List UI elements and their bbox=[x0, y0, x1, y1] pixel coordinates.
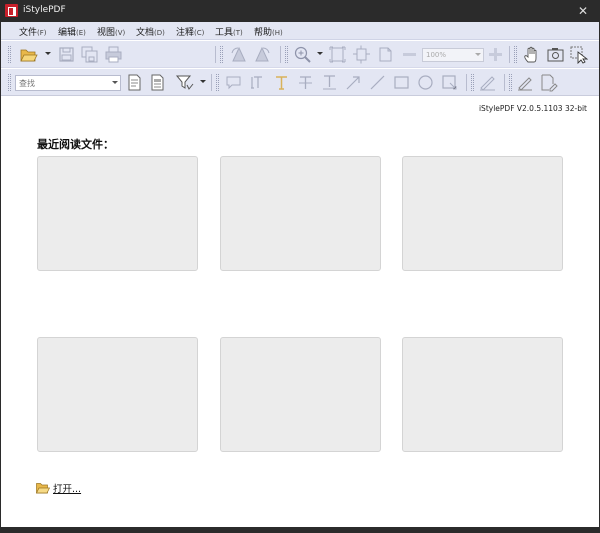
toolbar-separator bbox=[504, 74, 505, 91]
filter-dropdown-arrow-icon[interactable] bbox=[200, 80, 206, 83]
document-summary-icon[interactable] bbox=[148, 73, 167, 92]
search-input[interactable] bbox=[16, 76, 108, 90]
menu-edit[interactable]: 编辑(E) bbox=[58, 25, 86, 38]
arrow-icon[interactable] bbox=[344, 73, 363, 92]
rectangle-icon[interactable] bbox=[392, 73, 411, 92]
search-field[interactable] bbox=[15, 75, 121, 91]
actual-size-icon[interactable] bbox=[376, 45, 395, 64]
menu-view[interactable]: 视图(V) bbox=[97, 25, 125, 38]
window-title: iStylePDF bbox=[23, 5, 66, 15]
comment-icon[interactable] bbox=[224, 73, 243, 92]
zoom-dropdown-arrow-icon[interactable] bbox=[317, 52, 323, 55]
stamp-icon[interactable] bbox=[440, 73, 459, 92]
app-window: iStylePDF ✕ 文件(F) 编辑(E) 视图(V) 文档(D) 注释(C… bbox=[0, 0, 600, 533]
zoom-level-field[interactable] bbox=[422, 48, 484, 62]
menu-tools[interactable]: 工具(T) bbox=[215, 25, 243, 38]
zoom-level-dropdown-icon[interactable] bbox=[475, 53, 481, 56]
zoom-icon[interactable] bbox=[293, 45, 312, 64]
edit-document-icon[interactable] bbox=[539, 73, 558, 92]
strikeout-icon[interactable] bbox=[296, 73, 315, 92]
rotate-right-icon[interactable] bbox=[253, 45, 272, 64]
open-folder-icon[interactable] bbox=[19, 45, 38, 64]
toolbar-grip[interactable] bbox=[220, 46, 223, 63]
sign-icon[interactable] bbox=[478, 73, 497, 92]
recent-files-heading: 最近阅读文件： bbox=[37, 138, 114, 151]
recent-file-thumbnail-2[interactable] bbox=[220, 156, 381, 271]
toolbar-grip[interactable] bbox=[8, 46, 11, 63]
window-bottom-border bbox=[0, 527, 600, 533]
filter-icon[interactable] bbox=[175, 73, 194, 92]
annotation-toolbar bbox=[1, 69, 599, 96]
recent-file-thumbnail-4[interactable] bbox=[37, 337, 198, 452]
rotate-left-icon[interactable] bbox=[229, 45, 248, 64]
underline-icon[interactable] bbox=[320, 73, 339, 92]
save-all-icon[interactable] bbox=[80, 45, 99, 64]
toolbar-grip[interactable] bbox=[8, 74, 11, 91]
toolbar-separator bbox=[466, 74, 467, 91]
open-file-label[interactable]: 打开... bbox=[53, 481, 81, 495]
title-bar: iStylePDF ✕ bbox=[0, 0, 600, 22]
recent-file-thumbnail-5[interactable] bbox=[220, 337, 381, 452]
hand-tool-icon[interactable] bbox=[522, 45, 541, 64]
menu-comment[interactable]: 注释(C) bbox=[176, 25, 204, 38]
client-area: 文件(F) 编辑(E) 视图(V) 文档(D) 注释(C) 工具(T) 帮助(H… bbox=[1, 22, 599, 527]
zoom-level-input[interactable] bbox=[423, 49, 473, 61]
search-dropdown-icon[interactable] bbox=[112, 81, 118, 84]
snapshot-icon[interactable] bbox=[546, 45, 565, 64]
save-icon[interactable] bbox=[57, 45, 76, 64]
recent-file-thumbnail-3[interactable] bbox=[402, 156, 563, 271]
version-label: iStylePDF V2.0.5.1103 32-bit bbox=[478, 104, 587, 113]
highlight-text-icon[interactable] bbox=[272, 73, 291, 92]
open-dropdown-arrow-icon[interactable] bbox=[45, 52, 51, 55]
fit-width-icon[interactable] bbox=[352, 45, 371, 64]
zoom-out-icon[interactable] bbox=[400, 45, 419, 64]
menu-help[interactable]: 帮助(H) bbox=[254, 25, 283, 38]
toolbar-grip[interactable] bbox=[285, 46, 288, 63]
toolbar-separator bbox=[215, 46, 216, 63]
text-box-icon[interactable] bbox=[248, 73, 267, 92]
menu-document[interactable]: 文档(D) bbox=[136, 25, 165, 38]
menu-file[interactable]: 文件(F) bbox=[19, 25, 47, 38]
main-toolbar bbox=[1, 41, 599, 68]
fit-page-icon[interactable] bbox=[328, 45, 347, 64]
line-icon[interactable] bbox=[368, 73, 387, 92]
zoom-in-icon[interactable] bbox=[486, 45, 505, 64]
recent-file-thumbnail-1[interactable] bbox=[37, 156, 198, 271]
toolbar-separator bbox=[211, 74, 212, 91]
document-properties-icon[interactable] bbox=[125, 73, 144, 92]
recent-file-thumbnail-6[interactable] bbox=[402, 337, 563, 452]
toolbar-separator bbox=[509, 46, 510, 63]
folder-icon bbox=[36, 483, 50, 494]
toolbar-grip[interactable] bbox=[514, 46, 517, 63]
pencil-icon[interactable] bbox=[516, 73, 535, 92]
toolbar-grip[interactable] bbox=[471, 74, 474, 91]
close-button[interactable]: ✕ bbox=[566, 0, 600, 22]
ellipse-icon[interactable] bbox=[416, 73, 435, 92]
toolbar-grip[interactable] bbox=[509, 74, 512, 91]
app-logo-icon bbox=[5, 4, 18, 17]
toolbar-grip[interactable] bbox=[216, 74, 219, 91]
menu-bar: 文件(F) 编辑(E) 视图(V) 文档(D) 注释(C) 工具(T) 帮助(H… bbox=[1, 22, 599, 40]
toolbar-separator bbox=[280, 46, 281, 63]
select-tool-icon[interactable] bbox=[569, 45, 588, 64]
print-icon[interactable] bbox=[104, 45, 123, 64]
